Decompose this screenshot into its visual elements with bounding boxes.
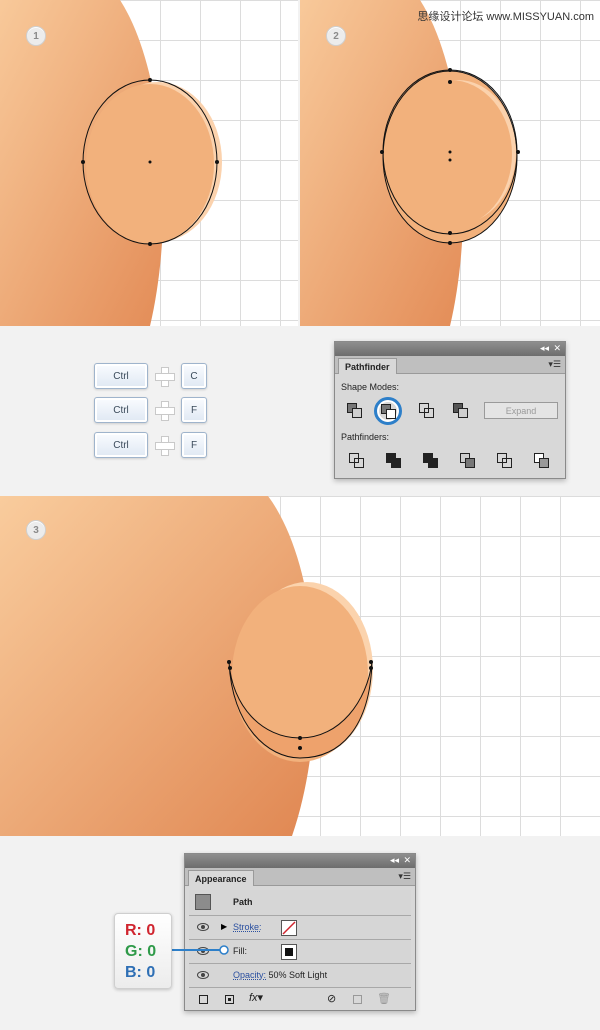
collapse-icon[interactable]: ◂◂ — [540, 343, 549, 354]
panel-menu-icon[interactable]: ▾☰ — [398, 871, 411, 882]
step-2-artwork — [300, 0, 520, 326]
plus-icon — [155, 436, 175, 456]
fill-black-swatch[interactable] — [281, 944, 297, 960]
pathfinders-label: Pathfinders: — [341, 432, 390, 442]
opacity-text: Opacity: 50% Soft Light — [233, 970, 327, 980]
path-row[interactable]: Path — [189, 890, 411, 916]
tutorial-image: 1 2 思缘设计论坛 www.MISSYUAN.com Ctrl C Ctrl … — [0, 0, 600, 1030]
key-ctrl: Ctrl — [94, 363, 148, 389]
close-icon[interactable]: ✕ — [403, 855, 411, 866]
key-f: F — [181, 432, 207, 458]
path-thumbnail — [195, 894, 211, 910]
shape-modes-label: Shape Modes: — [341, 382, 400, 392]
panel-tabrow: Pathfinder ▾☰ — [335, 356, 565, 374]
panel-titlebar: ◂◂ ✕ — [185, 854, 415, 868]
key-ctrl: Ctrl — [94, 397, 148, 423]
key-c: C — [181, 363, 207, 389]
minus-back-icon[interactable] — [534, 453, 550, 469]
merge-icon[interactable] — [423, 453, 439, 469]
fx-icon[interactable]: fx▾ — [249, 991, 263, 1004]
panel-titlebar: ◂◂ ✕ — [335, 342, 565, 356]
step-3-canvas: 3 — [0, 496, 600, 836]
key-ctrl: Ctrl — [94, 432, 148, 458]
opacity-row[interactable]: Opacity: 50% Soft Light — [189, 964, 411, 988]
new-fill-icon[interactable] — [225, 995, 234, 1004]
new-stroke-icon[interactable] — [199, 995, 208, 1004]
opacity-label[interactable]: Opacity: — [233, 970, 266, 980]
appearance-panel: ◂◂ ✕ Appearance ▾☰ Path ▶ Stroke: Fill: — [184, 853, 416, 1011]
step-1-canvas: 1 — [0, 0, 298, 326]
clear-appearance-icon[interactable]: ⊘ — [327, 992, 336, 1005]
rgb-green-value: G: 0 — [125, 943, 157, 960]
step-3-artwork — [0, 496, 373, 836]
step-badge-3: 3 — [26, 520, 46, 540]
tab-pathfinder[interactable]: Pathfinder — [338, 358, 397, 374]
watermark: 思缘设计论坛 www.MISSYUAN.com — [417, 11, 594, 23]
panel-menu-icon[interactable]: ▾☰ — [548, 359, 561, 370]
rgb-red-value: R: 0 — [125, 922, 156, 939]
outline-icon[interactable] — [497, 453, 513, 469]
callout-connector — [168, 945, 229, 955]
stroke-row[interactable]: ▶ Stroke: — [189, 916, 411, 940]
pathfinder-panel: ◂◂ ✕ Pathfinder ▾☰ Shape Modes: Expand P… — [334, 341, 566, 479]
step-1-artwork — [0, 0, 222, 326]
exclude-icon[interactable] — [453, 403, 469, 419]
step-badge-1: 1 — [26, 26, 46, 46]
close-icon[interactable]: ✕ — [553, 343, 561, 354]
opacity-value: 50% Soft Light — [268, 970, 328, 980]
step-badge-2: 2 — [326, 26, 346, 46]
path-label: Path — [233, 897, 253, 907]
panel-footer: fx▾ ⊘ 🗑 — [189, 990, 411, 1010]
plus-icon — [155, 401, 175, 421]
trash-icon[interactable]: 🗑 — [377, 992, 391, 1005]
minus-front-icon[interactable] — [381, 404, 397, 420]
collapse-icon[interactable]: ◂◂ — [390, 855, 399, 866]
stroke-label[interactable]: Stroke: — [233, 922, 262, 932]
tab-appearance[interactable]: Appearance — [188, 870, 254, 886]
expand-triangle-icon[interactable]: ▶ — [221, 922, 227, 931]
unite-icon[interactable] — [347, 403, 363, 419]
step-2-canvas: 2 思缘设计论坛 www.MISSYUAN.com — [300, 0, 600, 326]
rgb-blue-value: B: 0 — [125, 964, 156, 981]
crop-icon[interactable] — [460, 453, 476, 469]
panel-tabrow: Appearance ▾☰ — [185, 868, 415, 886]
key-f: F — [181, 397, 207, 423]
plus-icon — [155, 367, 175, 387]
visibility-eye-icon[interactable] — [197, 923, 209, 931]
intersect-icon[interactable] — [419, 403, 435, 419]
rgb-callout: R: 0 G: 0 B: 0 — [114, 913, 172, 989]
stroke-none-swatch[interactable] — [281, 920, 297, 936]
expand-button[interactable]: Expand — [484, 402, 558, 419]
trim-icon[interactable] — [386, 453, 402, 469]
visibility-eye-icon[interactable] — [197, 971, 209, 979]
divide-icon[interactable] — [349, 453, 365, 469]
duplicate-item-icon[interactable] — [353, 995, 362, 1004]
